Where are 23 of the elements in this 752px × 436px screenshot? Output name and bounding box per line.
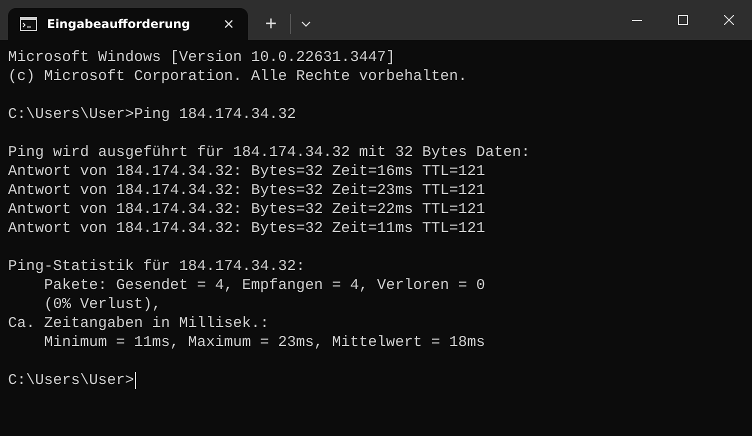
terminal-line: C:\Users\User>Ping 184.174.34.32 [8, 105, 296, 124]
terminal-line: Antwort von 184.174.34.32: Bytes=32 Zeit=23ms TTL=121 [8, 181, 486, 200]
terminal-line: (0% Verlust), [43, 295, 162, 314]
close-tab-button[interactable]: × [219, 15, 238, 33]
maximize-icon [678, 15, 688, 25]
text-cursor [135, 372, 136, 389]
terminal-line: Pakete: Gesendet = 4, Empfangen = 4, Verloren = 0 [43, 276, 486, 295]
terminal-line: Microsoft Windows [Version 10.0.22631.3447] [8, 48, 396, 67]
close-icon [724, 15, 734, 25]
terminal-line: Ping wird ausgeführt für 184.174.34.32 mit 32 Bytes Daten: [8, 143, 530, 162]
terminal-line: Antwort von 184.174.34.32: Bytes=32 Zeit=16ms TTL=121 [8, 162, 486, 181]
terminal-line: (c) Microsoft Corporation. Alle Rechte vorbehalten. [8, 67, 468, 86]
tab-title: Eingabeaufforderung [47, 17, 192, 31]
terminal-line: Ca. Zeitangaben in Millisek.: [8, 314, 270, 333]
terminal-line: Antwort von 184.174.34.32: Bytes=32 Zeit=22ms TTL=121 [8, 200, 486, 219]
terminal-icon [20, 17, 37, 31]
command-prompt: C:\Users\User> [8, 371, 134, 390]
new-tab-button[interactable]: + [252, 8, 290, 40]
terminal-line: Ping-Statistik für 184.174.34.32: [8, 257, 306, 276]
terminal-line: Antwort von 184.174.34.32: Bytes=32 Zeit=11ms TTL=121 [8, 219, 486, 238]
tab[interactable]: Eingabeaufforderung × [8, 8, 248, 40]
terminal-line: Minimum = 11ms, Maximum = 23ms, Mittelwert = 18ms [43, 333, 486, 352]
chevron-down-icon [301, 21, 311, 27]
